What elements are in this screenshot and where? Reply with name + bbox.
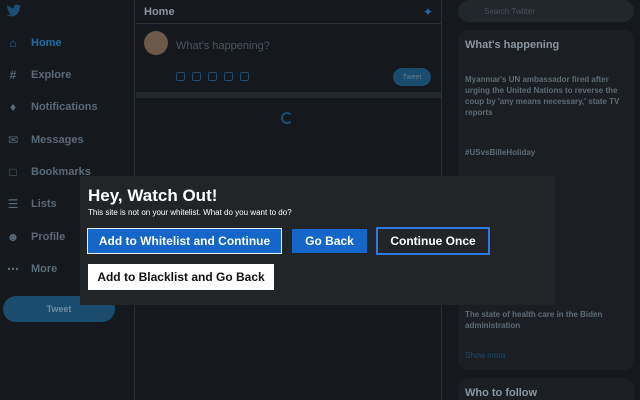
composer-toolbar — [176, 72, 249, 81]
nav-item-label: Notifications — [31, 101, 98, 113]
emoji-icon[interactable] — [224, 72, 233, 81]
gif-icon[interactable] — [192, 72, 201, 81]
nav-item-lists[interactable]: ☰ Lists — [6, 193, 57, 215]
composer-input[interactable]: What's happening? — [176, 40, 270, 52]
go-back-button[interactable]: Go Back — [292, 229, 367, 253]
schedule-icon[interactable] — [240, 72, 249, 81]
page-title: Home — [144, 5, 175, 18]
nav-item-label: Profile — [31, 231, 66, 243]
loading-spinner-icon — [281, 112, 293, 124]
continue-once-button[interactable]: Continue Once — [376, 227, 490, 255]
nav-item-label: Messages — [31, 134, 84, 146]
nav-item-label: Explore — [31, 69, 72, 81]
trend-item[interactable]: #USvsBilleHoliday — [465, 147, 625, 158]
poll-icon[interactable] — [208, 72, 217, 81]
avatar[interactable] — [144, 31, 168, 55]
nav-item-explore[interactable]: # Explore — [6, 64, 72, 86]
nav-item-home[interactable]: ⌂ Home — [6, 32, 62, 54]
nav-item-notifications[interactable]: ♦ Notifications — [6, 96, 98, 118]
more-icon: ⋯ — [7, 262, 19, 276]
hashtag-icon: # — [9, 68, 17, 82]
add-to-whitelist-button[interactable]: Add to Whitelist and Continue — [87, 228, 282, 254]
nav-item-label: More — [31, 263, 58, 275]
envelope-icon: ✉ — [7, 133, 19, 147]
dialog-title: Hey, Watch Out! — [88, 186, 218, 205]
who-to-follow-title: Who to follow — [465, 387, 538, 399]
main-header: Home ✦ — [136, 0, 441, 24]
composer-tweet-button[interactable]: Tweet — [393, 68, 431, 86]
trends-title: What's happening — [465, 39, 560, 51]
nav-item-bookmarks[interactable]: □ Bookmarks — [6, 161, 91, 183]
sparkle-icon[interactable]: ✦ — [423, 5, 433, 19]
trend-item[interactable]: The state of health care in the Biden ad… — [465, 309, 625, 331]
bookmark-icon: □ — [9, 165, 17, 179]
nav-item-more[interactable]: ⋯ More — [6, 258, 57, 280]
person-icon: ☻ — [6, 230, 20, 244]
home-icon: ⌂ — [9, 36, 17, 50]
show-more-link[interactable]: Show more — [465, 351, 505, 360]
nav-item-messages[interactable]: ✉ Messages — [6, 129, 84, 151]
nav-item-profile[interactable]: ☻ Profile — [6, 226, 66, 248]
who-to-follow-panel: Who to follow — [458, 378, 634, 400]
add-to-blacklist-button[interactable]: Add to Blacklist and Go Back — [88, 264, 274, 290]
image-icon[interactable] — [176, 72, 185, 81]
list-icon: ☰ — [7, 197, 19, 211]
dialog-message: This site is not on your whitelist. What… — [88, 208, 292, 217]
tweet-composer: What's happening? Tweet — [136, 24, 441, 98]
trend-item[interactable]: Myanmar's UN ambassador fired after urgi… — [465, 74, 625, 118]
search-input[interactable]: Search Twitter — [458, 0, 634, 22]
nav-item-label: Lists — [31, 198, 57, 210]
bell-icon: ♦ — [9, 100, 17, 114]
twitter-logo-icon[interactable] — [6, 4, 22, 18]
nav-item-label: Home — [31, 37, 62, 49]
